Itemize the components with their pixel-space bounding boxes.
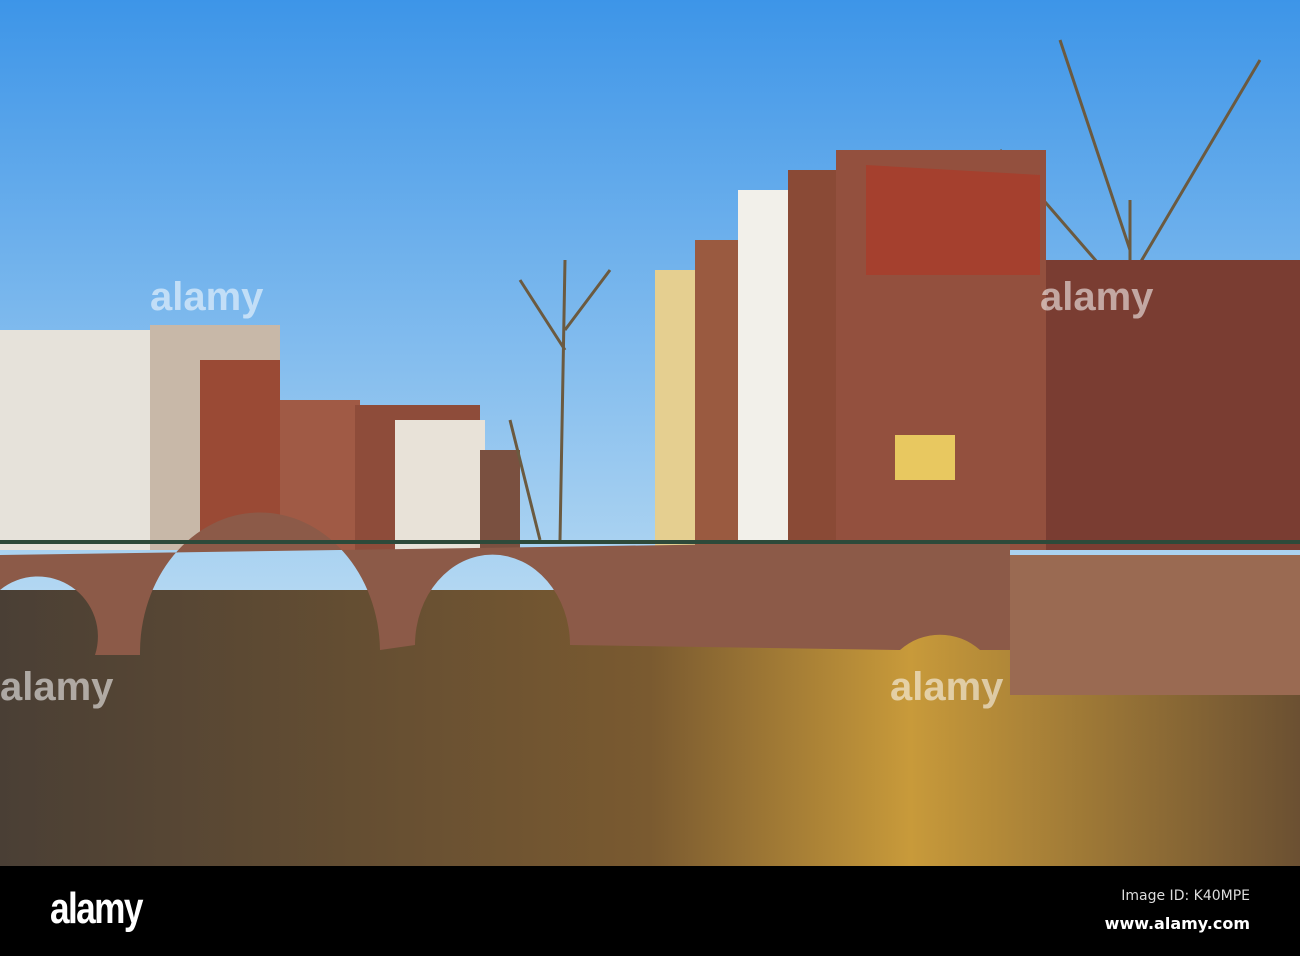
image-id: Image ID: K40MPE (1121, 888, 1250, 904)
footer-bar: alamy Image ID: K40MPE www.alamy.com (0, 866, 1300, 956)
alamy-logo: alamy (50, 884, 143, 933)
stock-photo: alamy alamy alamy alamy alamy Image ID: … (0, 0, 1300, 956)
website-link[interactable]: www.alamy.com (1105, 914, 1250, 933)
watermark: alamy (150, 275, 264, 319)
watermark: alamy (890, 665, 1004, 709)
watermark: alamy (1040, 275, 1154, 319)
watermark: alamy (0, 665, 114, 709)
canal-scene-photo (0, 0, 1300, 866)
